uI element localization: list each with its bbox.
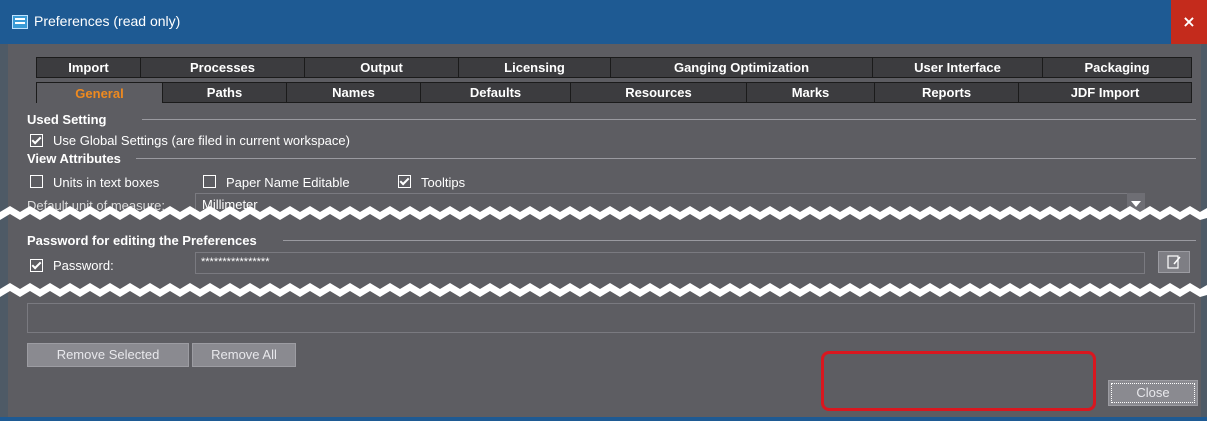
tab-paths[interactable]: Paths <box>162 82 286 103</box>
remove-selected-button[interactable]: Remove Selected <box>27 343 189 367</box>
password-exceptions-list[interactable] <box>27 303 1195 333</box>
tab-user-interface[interactable]: User Interface <box>872 57 1042 78</box>
close-button[interactable]: Close <box>1108 380 1198 406</box>
password-value: **************** <box>201 256 270 268</box>
tab-packaging[interactable]: Packaging <box>1042 57 1192 78</box>
use-global-settings-label: Use Global Settings (are filed in curren… <box>53 133 350 148</box>
close-window-button[interactable]: × <box>1171 0 1207 44</box>
tab-row-bottom: General Paths Names Defaults Resources M… <box>36 82 1192 103</box>
used-setting-divider <box>142 119 1196 120</box>
highlight-annotation <box>821 351 1096 411</box>
password-label: Password: <box>53 258 114 273</box>
paper-name-editable-checkbox[interactable] <box>203 175 216 188</box>
cut-line-1 <box>0 206 1207 220</box>
view-attributes-divider <box>136 158 1196 159</box>
view-attributes-title: View Attributes <box>27 151 121 166</box>
units-in-text-boxes-checkbox[interactable] <box>30 175 43 188</box>
tab-marks[interactable]: Marks <box>746 82 874 103</box>
tab-ganging-optimization[interactable]: Ganging Optimization <box>610 57 872 78</box>
app-icon <box>12 15 28 29</box>
password-input[interactable]: **************** <box>195 252 1145 274</box>
password-section-divider <box>283 240 1196 241</box>
tab-import[interactable]: Import <box>36 57 140 78</box>
remove-all-button[interactable]: Remove All <box>192 343 296 367</box>
tab-general[interactable]: General <box>36 82 162 103</box>
tab-defaults[interactable]: Defaults <box>420 82 570 103</box>
tab-output[interactable]: Output <box>304 57 458 78</box>
units-in-text-boxes-label: Units in text boxes <box>53 175 160 190</box>
cut-line-2 <box>0 283 1207 297</box>
paper-name-editable-label: Paper Name Editable <box>226 175 350 190</box>
tab-resources[interactable]: Resources <box>570 82 746 103</box>
use-global-settings-checkbox[interactable] <box>30 134 43 147</box>
tab-row-top: Import Processes Output Licensing Gangin… <box>36 57 1192 78</box>
window-title: Preferences (read only) <box>34 13 181 29</box>
used-setting-title: Used Setting <box>27 112 107 127</box>
edit-icon <box>1167 255 1181 269</box>
edit-password-button[interactable] <box>1158 251 1190 273</box>
tooltips-checkbox[interactable] <box>398 175 411 188</box>
password-section-title: Password for editing the Preferences <box>27 233 257 248</box>
preferences-window: Preferences (read only) × Import Process… <box>0 0 1207 421</box>
tab-jdf-import[interactable]: JDF Import <box>1018 82 1192 103</box>
tab-reports[interactable]: Reports <box>874 82 1018 103</box>
tab-processes[interactable]: Processes <box>140 57 304 78</box>
password-checkbox[interactable] <box>30 259 43 272</box>
tab-names[interactable]: Names <box>286 82 420 103</box>
window-frame-bottom <box>0 417 1207 421</box>
tab-licensing[interactable]: Licensing <box>458 57 610 78</box>
title-bar: Preferences (read only) × <box>0 0 1207 44</box>
tooltips-label: Tooltips <box>421 175 466 190</box>
